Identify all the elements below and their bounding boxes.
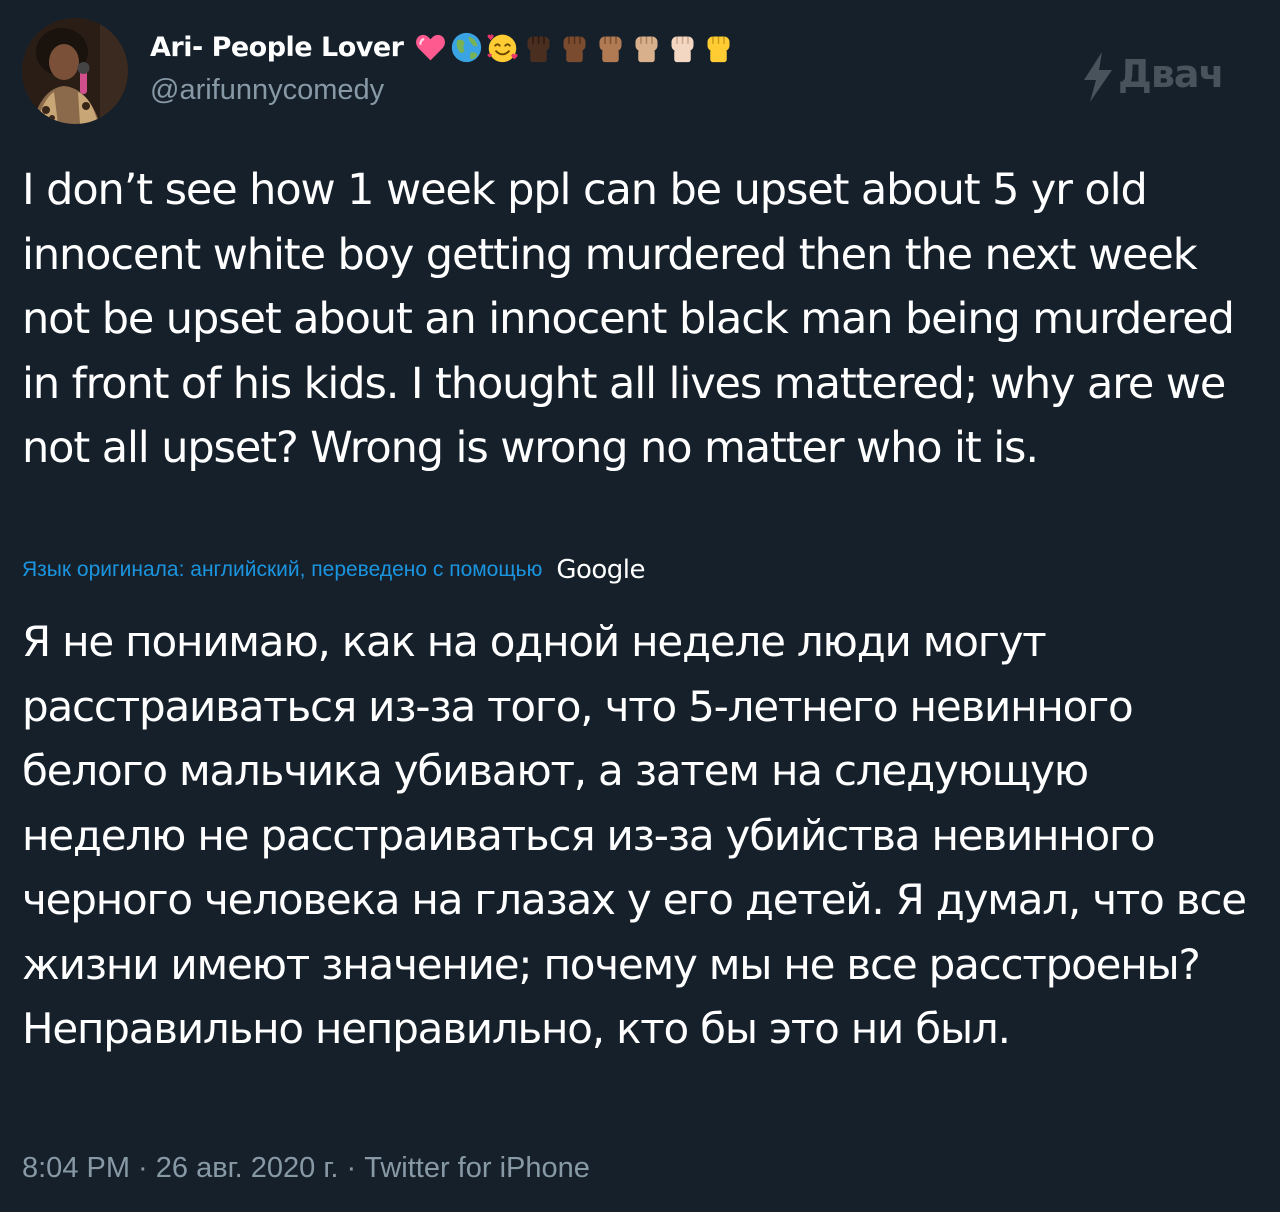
raised-fist-medium-light-icon xyxy=(635,36,657,62)
lightning-icon xyxy=(1084,52,1112,102)
raised-fist-dark-icon xyxy=(527,36,549,62)
raised-fist-yellow-icon xyxy=(707,36,729,62)
watermark-text: Двач xyxy=(1118,52,1225,96)
tweet-text: I don’t see how 1 week ppl can be upset … xyxy=(22,165,1247,473)
display-name-row: Ari- People Lover xyxy=(150,26,850,68)
raised-fist-medium-icon xyxy=(599,36,621,62)
avatar[interactable] xyxy=(22,18,128,124)
display-name[interactable]: Ari- People Lover xyxy=(150,32,404,63)
globe-icon xyxy=(451,32,481,62)
smiling-face-with-hearts-icon xyxy=(486,34,517,62)
translation-label[interactable]: Язык оригинала: английский, переведено с… xyxy=(22,558,542,582)
raised-fist-light-icon xyxy=(671,36,693,62)
translation-note: Язык оригинала: английский, переведено с… xyxy=(22,555,646,585)
raised-fist-medium-dark-icon xyxy=(563,36,585,62)
watermark: Двач xyxy=(1080,52,1228,102)
user-handle[interactable]: @arifunnycomedy xyxy=(150,74,850,107)
pink-heart-icon xyxy=(415,34,445,60)
translated-text: Я не понимаю, как на одной неделе люди м… xyxy=(22,617,1259,1053)
tweet-header: Ari- People Lover @arifunnycomedy Двач xyxy=(22,16,1258,126)
emoji-list xyxy=(414,31,735,64)
tweet-card: Ari- People Lover @arifunnycomedy Двач I… xyxy=(0,0,1280,1212)
user-names: Ari- People Lover @arifunnycomedy xyxy=(150,26,850,107)
tweet-timestamp[interactable]: 8:04 PM · 26 авг. 2020 г. · Twitter for … xyxy=(22,1152,590,1185)
google-logo: Google xyxy=(556,555,646,585)
